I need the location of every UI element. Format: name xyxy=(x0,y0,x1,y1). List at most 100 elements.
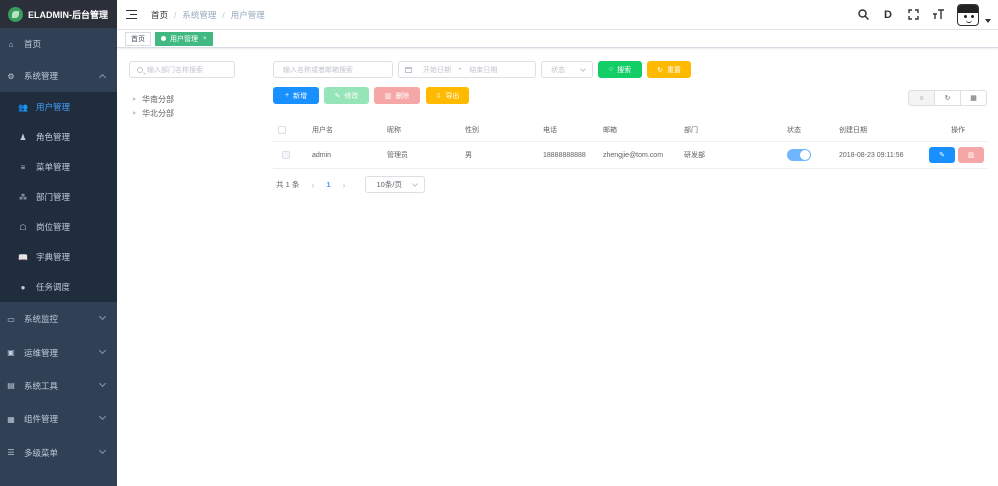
sidebar-item-label: 角色管理 xyxy=(36,132,71,142)
close-icon[interactable]: × xyxy=(203,36,207,42)
keyword-search-input[interactable]: 输入名称或者邮箱搜索 xyxy=(273,61,393,78)
grid-icon: ▦ xyxy=(970,95,977,102)
sidebar-item-label: 首页 xyxy=(24,39,42,49)
caret-right-icon[interactable] xyxy=(133,97,136,101)
main-content: 输入部门名称搜索 华南分部 华北分部 输入名称或者邮箱搜索 开始日期 - 结束日… xyxy=(117,48,998,486)
status-toggle[interactable] xyxy=(787,149,811,161)
role-icon: ♟ xyxy=(19,132,27,142)
reset-button[interactable]: ↻ 重置 xyxy=(647,61,691,78)
sidebar-item-timing[interactable]: ● 任务调度 xyxy=(0,272,117,302)
post-icon: ☖ xyxy=(19,222,27,232)
sidebar-item-system[interactable]: ⚙ 系统管理 xyxy=(0,60,117,92)
tree-node[interactable]: 华南分部 xyxy=(133,92,174,106)
gear-icon: ⚙ xyxy=(7,71,15,81)
sidebar-item-dept[interactable]: ⁂ 部门管理 xyxy=(0,182,117,212)
chevron-down-icon xyxy=(411,181,418,187)
date-range-picker[interactable]: 开始日期 - 结束日期 xyxy=(398,61,536,78)
active-dot-icon xyxy=(161,36,166,41)
cell-gender: 男 xyxy=(465,152,472,159)
table-row: admin 管理员 男 18888888888 zhengjie@tom.com… xyxy=(273,142,987,169)
date-start: 开始日期 xyxy=(423,66,451,74)
download-icon: ⇩ xyxy=(435,92,442,100)
app-root: ELADMIN-后台管理 ⌂ 首页 ⚙ 系统管理 👥 用户管理 ♟ 角色管理 ≡… xyxy=(0,0,998,486)
page-number[interactable]: 1 xyxy=(326,180,330,189)
columns-button[interactable]: ▦ xyxy=(960,90,987,106)
refresh-button[interactable]: ↻ xyxy=(934,90,961,106)
sidebar-item-components[interactable]: ▦ 组件管理 xyxy=(0,402,117,436)
search-button[interactable]: ○ 搜索 xyxy=(598,61,642,78)
doc-icon[interactable]: D xyxy=(882,9,894,21)
cell-created: 2018-08-23 09:11:56 xyxy=(839,151,904,159)
pagination: 共 1 条 ‹ 1 › 10条/页 xyxy=(276,176,425,193)
app-logo[interactable]: ELADMIN-后台管理 xyxy=(0,0,117,28)
refresh-icon: ↻ xyxy=(944,95,951,102)
chevron-down-icon xyxy=(580,66,586,72)
hamburger-icon[interactable] xyxy=(126,9,137,20)
chevron-up-icon xyxy=(98,73,107,82)
status-select[interactable]: 状态 xyxy=(541,61,593,78)
chevron-right-icon[interactable]: › xyxy=(343,180,346,190)
font-size-icon[interactable] xyxy=(932,9,944,21)
row-delete-button[interactable]: ▥ xyxy=(958,147,984,163)
chevron-down-icon xyxy=(98,379,107,388)
sidebar-item-dict[interactable]: 📖 字典管理 xyxy=(0,242,117,272)
sidebar-item-label: 组件管理 xyxy=(24,414,59,424)
menu-icon: ≡ xyxy=(20,162,26,172)
tag-home[interactable]: 首页 xyxy=(125,31,151,46)
delete-button[interactable]: ▥ 删除 xyxy=(374,87,420,104)
col-actions: 操作 xyxy=(951,127,965,134)
sidebar: ELADMIN-后台管理 ⌂ 首页 ⚙ 系统管理 👥 用户管理 ♟ 角色管理 ≡… xyxy=(0,0,117,486)
tree-node-label: 华北分部 xyxy=(142,108,174,118)
breadcrumb-system: 系统管理 xyxy=(182,9,217,20)
fullscreen-icon[interactable] xyxy=(907,9,919,21)
col-username: 用户名 xyxy=(312,127,333,134)
sidebar-item-tools[interactable]: ▤ 系统工具 xyxy=(0,369,117,402)
logo-icon xyxy=(8,6,23,22)
caret-right-icon[interactable] xyxy=(133,111,136,115)
chevron-down-icon xyxy=(98,412,107,421)
pagination-total: 共 1 条 xyxy=(276,180,300,189)
sidebar-item-monitor[interactable]: ▭ 系统监控 xyxy=(0,302,117,336)
sidebar-item-label: 多级菜单 xyxy=(24,447,59,458)
dept-tree: 华南分部 华北分部 xyxy=(133,92,174,120)
tags-view: 首页 用户管理 × xyxy=(117,29,998,48)
tag-user-management[interactable]: 用户管理 × xyxy=(155,31,213,46)
tree-node-label: 华南分部 xyxy=(142,94,174,104)
toggle-search-button[interactable]: ○ xyxy=(908,90,935,106)
sidebar-item-home[interactable]: ⌂ 首页 xyxy=(0,28,117,60)
sidebar-item-ops[interactable]: ▣ 运维管理 xyxy=(0,336,117,369)
sidebar-item-menu[interactable]: ≡ 菜单管理 xyxy=(0,152,117,182)
table-header: 用户名 昵称 性别 电话 邮箱 部门 状态 创建日期 操作 xyxy=(273,119,987,142)
sidebar-item-post[interactable]: ☖ 岗位管理 xyxy=(0,212,117,242)
sidebar-item-user[interactable]: 👥 用户管理 xyxy=(0,92,117,122)
chevron-down-icon xyxy=(98,312,107,321)
sidebar-item-label: 系统管理 xyxy=(24,71,59,81)
dept-search-input[interactable]: 输入部门名称搜索 xyxy=(129,61,235,78)
sidebar-item-label: 菜单管理 xyxy=(36,162,71,172)
select-all-checkbox[interactable] xyxy=(278,126,286,134)
tree-node[interactable]: 华北分部 xyxy=(133,106,174,120)
col-gender: 性别 xyxy=(465,127,479,134)
export-button[interactable]: ⇩ 导出 xyxy=(426,87,469,104)
date-end: 结束日期 xyxy=(469,66,498,74)
sidebar-item-role[interactable]: ♟ 角色管理 xyxy=(0,122,117,152)
chevron-left-icon[interactable]: ‹ xyxy=(311,180,314,190)
page-size-select[interactable]: 10条/页 xyxy=(364,176,425,193)
sidebar-item-multi-menu[interactable]: ☰ 多级菜单 xyxy=(0,436,117,469)
add-button[interactable]: + 新增 xyxy=(273,87,319,104)
breadcrumb-separator: / xyxy=(222,9,225,20)
status-placeholder: 状态 xyxy=(551,66,565,74)
avatar[interactable] xyxy=(957,3,979,26)
edit-button[interactable]: ✎ 修改 xyxy=(324,87,369,104)
table-tools: ○ ↻ ▦ xyxy=(908,90,987,106)
navbar: 首页 / 系统管理 / 用户管理 D xyxy=(117,0,998,29)
monitor-icon: ▭ xyxy=(7,314,15,324)
caret-down-icon[interactable] xyxy=(985,18,991,23)
search-icon xyxy=(137,66,143,73)
breadcrumb-home[interactable]: 首页 xyxy=(151,9,168,21)
search-icon[interactable] xyxy=(857,9,869,21)
row-edit-button[interactable]: ✎ xyxy=(929,147,955,163)
row-checkbox[interactable] xyxy=(282,151,290,159)
delete-button-label: 删除 xyxy=(395,92,410,100)
cell-username: admin xyxy=(312,151,332,159)
